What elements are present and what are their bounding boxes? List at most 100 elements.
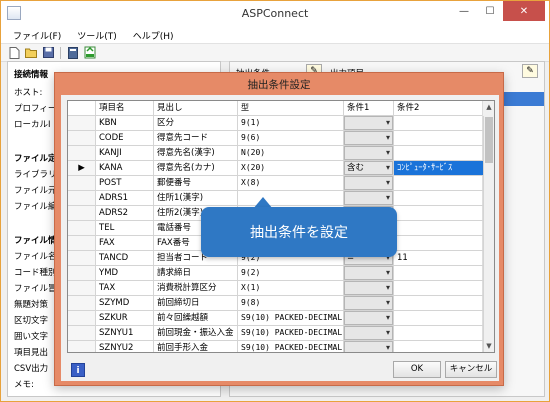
chevron-down-icon[interactable]: ▾ bbox=[386, 162, 390, 174]
grid-row[interactable]: SZKUR 前々回繰越額 S9(10) PACKED-DECIMAL ▾ bbox=[68, 311, 484, 326]
condition1-dropdown[interactable]: ▾ bbox=[344, 311, 393, 325]
grid-row[interactable]: YMD 請求締日 9(2) ▾ bbox=[68, 266, 484, 281]
grid-row[interactable]: CODE 得意先コード 9(6) ▾ bbox=[68, 131, 484, 146]
close-button[interactable]: ✕ bbox=[503, 1, 545, 21]
cell-condition2[interactable] bbox=[394, 206, 484, 221]
untitled-label: 無題対策 bbox=[14, 300, 49, 310]
ok-button[interactable]: OK bbox=[393, 361, 441, 378]
grid-row[interactable]: TAX 消費税計算区分 X(1) ▾ bbox=[68, 281, 484, 296]
new-file-icon[interactable] bbox=[7, 46, 22, 60]
cell-condition1: ▾ bbox=[344, 326, 394, 341]
row-indicator[interactable] bbox=[68, 206, 96, 221]
cancel-button[interactable]: キャンセル bbox=[445, 361, 497, 378]
minimize-button[interactable]: — bbox=[451, 1, 477, 21]
column-header-cond1[interactable]: 条件1 bbox=[344, 101, 394, 116]
row-indicator[interactable] bbox=[68, 266, 96, 281]
cell-condition2[interactable] bbox=[394, 236, 484, 251]
condition1-dropdown[interactable]: ▾ bbox=[344, 146, 393, 160]
row-indicator[interactable] bbox=[68, 191, 96, 206]
scroll-up-icon[interactable]: ▲ bbox=[483, 101, 494, 113]
cell-condition2[interactable] bbox=[394, 116, 484, 131]
scroll-down-icon[interactable]: ▼ bbox=[483, 340, 494, 352]
row-indicator[interactable] bbox=[68, 251, 96, 266]
cell-condition2[interactable] bbox=[394, 191, 484, 206]
grid-row[interactable]: ADRS1 住所1(漢字) ▾ bbox=[68, 191, 484, 206]
cell-item-name: SZYMD bbox=[96, 296, 154, 311]
condition1-dropdown[interactable]: ▾ bbox=[344, 131, 393, 145]
condition1-dropdown[interactable]: ▾ bbox=[344, 176, 393, 190]
menu-file[interactable]: ファイル(F) bbox=[5, 29, 69, 42]
menu-bar: ファイル(F) ツール(T) ヘルプ(H) bbox=[1, 28, 549, 44]
row-indicator[interactable] bbox=[68, 116, 96, 131]
row-indicator[interactable] bbox=[68, 326, 96, 341]
chevron-down-icon[interactable]: ▾ bbox=[386, 177, 390, 189]
condition1-dropdown[interactable]: ▾ bbox=[344, 326, 393, 340]
condition1-dropdown[interactable]: 含む ▾ bbox=[344, 161, 393, 175]
item-heading-label: 項目見出 bbox=[14, 348, 49, 358]
condition1-dropdown[interactable]: ▾ bbox=[344, 191, 393, 205]
cell-condition2[interactable] bbox=[394, 266, 484, 281]
column-header-name[interactable]: 項目名 bbox=[96, 101, 154, 116]
menu-tools[interactable]: ツール(T) bbox=[69, 29, 125, 42]
scroll-thumb[interactable] bbox=[485, 117, 493, 163]
cell-condition2[interactable]: ｺﾝﾋﾟｭｰﾀ･ｻｰﾋﾞｽ bbox=[394, 161, 484, 176]
chevron-down-icon[interactable]: ▾ bbox=[386, 147, 390, 159]
chevron-down-icon[interactable]: ▾ bbox=[386, 297, 390, 309]
grid-row[interactable]: POST 郵便番号 X(8) ▾ bbox=[68, 176, 484, 191]
cell-condition2[interactable] bbox=[394, 296, 484, 311]
book-icon[interactable] bbox=[65, 46, 80, 60]
cell-type: S9(10) PACKED-DECIMAL bbox=[238, 311, 344, 326]
chevron-down-icon[interactable]: ▾ bbox=[386, 267, 390, 279]
save-icon[interactable] bbox=[41, 46, 56, 60]
row-indicator[interactable]: ▶ bbox=[68, 161, 96, 176]
row-indicator[interactable] bbox=[68, 221, 96, 236]
condition1-dropdown[interactable]: ▾ bbox=[344, 266, 393, 280]
info-icon[interactable]: i bbox=[71, 363, 85, 377]
chevron-down-icon[interactable]: ▾ bbox=[386, 327, 390, 339]
open-folder-icon[interactable] bbox=[24, 46, 39, 60]
chevron-down-icon[interactable]: ▾ bbox=[386, 342, 390, 352]
row-indicator[interactable] bbox=[68, 311, 96, 326]
grid-row[interactable]: SZNYU1 前回現金・振込入金 S9(10) PACKED-DECIMAL ▾ bbox=[68, 326, 484, 341]
condition1-dropdown[interactable]: ▾ bbox=[344, 281, 393, 295]
chevron-down-icon[interactable]: ▾ bbox=[386, 282, 390, 294]
cell-condition2[interactable]: 11 bbox=[394, 251, 484, 266]
dialog-title: 抽出条件設定 bbox=[247, 79, 311, 91]
grid-row[interactable]: SZYMD 前回締切日 9(8) ▾ bbox=[68, 296, 484, 311]
run-csv-icon[interactable] bbox=[82, 46, 97, 60]
condition1-dropdown[interactable]: ▾ bbox=[344, 116, 393, 130]
menu-help[interactable]: ヘルプ(H) bbox=[125, 29, 182, 42]
cell-condition2[interactable] bbox=[394, 326, 484, 341]
grid-row[interactable]: ▶ KANA 得意先名(カナ) X(20) 含む ▾ ｺﾝﾋﾟｭｰﾀ･ｻｰﾋﾞｽ bbox=[68, 161, 484, 176]
column-header-display[interactable]: 見出し bbox=[154, 101, 238, 116]
edit-pencil-icon[interactable]: ✎ bbox=[522, 64, 538, 78]
cell-condition2[interactable] bbox=[394, 221, 484, 236]
row-indicator[interactable] bbox=[68, 176, 96, 191]
maximize-button[interactable]: ☐ bbox=[477, 1, 503, 21]
condition1-dropdown[interactable]: ▾ bbox=[344, 341, 393, 352]
cell-condition1: ▾ bbox=[344, 116, 394, 131]
chevron-down-icon[interactable]: ▾ bbox=[386, 132, 390, 144]
chevron-down-icon[interactable]: ▾ bbox=[386, 192, 390, 204]
condition1-dropdown[interactable]: ▾ bbox=[344, 296, 393, 310]
grid-row[interactable]: KANJI 得意先名(漢字) N(20) ▾ bbox=[68, 146, 484, 161]
row-indicator[interactable] bbox=[68, 131, 96, 146]
row-indicator[interactable] bbox=[68, 281, 96, 296]
column-header-type[interactable]: 型 bbox=[238, 101, 344, 116]
cell-condition2[interactable] bbox=[394, 146, 484, 161]
row-indicator[interactable] bbox=[68, 296, 96, 311]
row-indicator[interactable] bbox=[68, 341, 96, 352]
cell-condition2[interactable] bbox=[394, 281, 484, 296]
profile-label: プロフィー bbox=[14, 104, 57, 114]
chevron-down-icon[interactable]: ▾ bbox=[386, 312, 390, 324]
row-indicator[interactable] bbox=[68, 236, 96, 251]
column-header-cond2[interactable]: 条件2 bbox=[394, 101, 484, 116]
cell-condition2[interactable] bbox=[394, 341, 484, 352]
row-indicator[interactable] bbox=[68, 146, 96, 161]
chevron-down-icon[interactable]: ▾ bbox=[386, 117, 390, 129]
cell-condition2[interactable] bbox=[394, 131, 484, 146]
cell-condition2[interactable] bbox=[394, 311, 484, 326]
grid-row[interactable]: SZNYU2 前回手形入金 S9(10) PACKED-DECIMAL ▾ bbox=[68, 341, 484, 352]
cell-condition2[interactable] bbox=[394, 176, 484, 191]
grid-row[interactable]: KBN 区分 9(1) ▾ bbox=[68, 116, 484, 131]
